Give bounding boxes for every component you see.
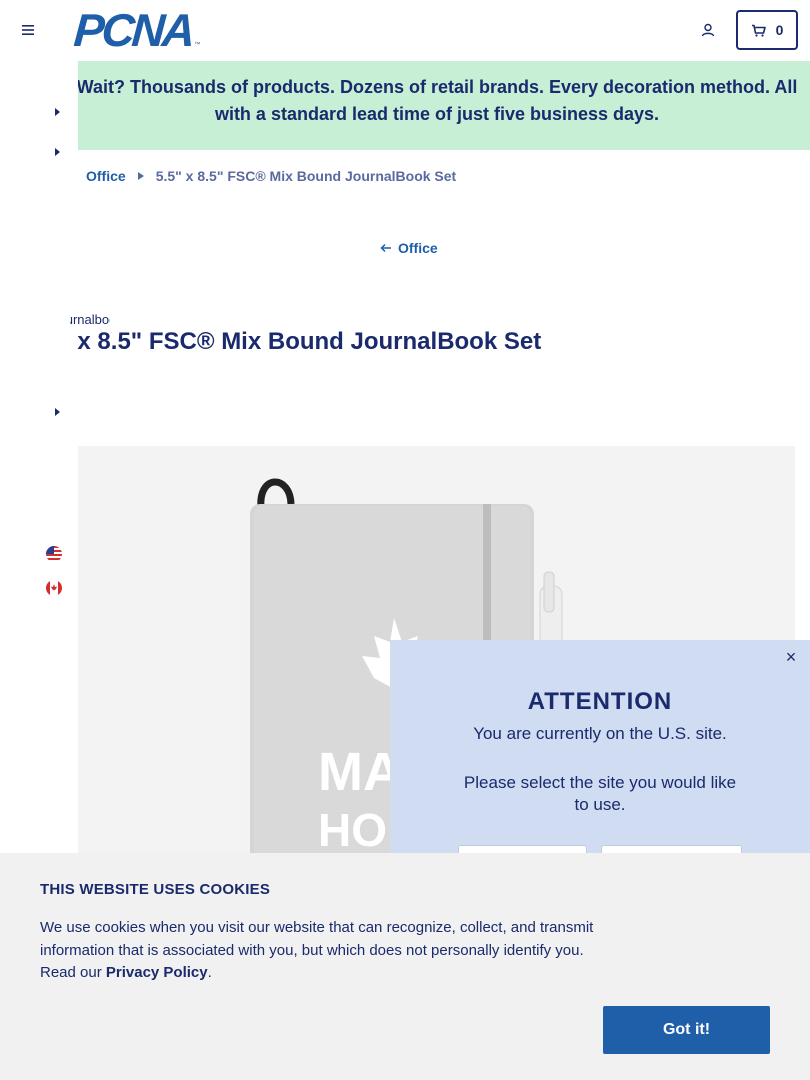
logo-text: PCNA — [72, 4, 195, 56]
site-header: PCNA ™ 0 — [0, 0, 810, 61]
modal-title: ATTENTION — [527, 688, 673, 715]
us-flag-icon[interactable] — [46, 546, 62, 562]
logo-trademark: ™ — [194, 42, 201, 48]
caret-right-icon[interactable] — [52, 106, 62, 118]
pcna-logo[interactable]: PCNA ™ — [72, 4, 201, 56]
caret-right-icon[interactable] — [52, 146, 62, 158]
hamburger-menu-button[interactable] — [14, 16, 42, 44]
imprint-text-2: HO — [318, 804, 387, 856]
promo-line-1: Wait? Thousands of products. Dozens of r… — [76, 77, 798, 97]
promo-line-2: with a standard lead time of just five b… — [214, 104, 660, 124]
side-nav-rail — [0, 61, 78, 861]
caret-right-icon[interactable] — [52, 406, 62, 418]
promo-banner: Wait? Thousands of products. Dozens of r… — [65, 61, 810, 150]
modal-message: You are currently on the U.S. site. — [473, 724, 727, 743]
cart-icon — [751, 24, 766, 37]
user-icon — [701, 23, 715, 37]
cookie-body-period: . — [207, 964, 212, 981]
cart-button[interactable]: 0 — [736, 10, 798, 50]
canada-flag-icon[interactable] — [46, 580, 62, 596]
caret-right-icon — [137, 172, 144, 180]
product-title: 5.5" x 8.5" FSC® Mix Bound JournalBook S… — [72, 328, 542, 355]
cookie-body: We use cookies when you visit our websit… — [40, 917, 600, 985]
arrow-left-icon — [380, 243, 391, 253]
back-to-office-link[interactable]: Office — [380, 240, 438, 256]
product-category-label: Journalbooks — [70, 312, 110, 327]
cookie-banner: THIS WEBSITE USES COOKIES We use cookies… — [0, 853, 810, 1080]
accept-cookies-button[interactable]: Got it! — [603, 1006, 770, 1054]
hamburger-icon — [22, 25, 34, 35]
modal-prompt: Please select the site you would like to… — [463, 773, 737, 814]
breadcrumb-office-link[interactable]: Office — [86, 168, 126, 184]
breadcrumb-current: 5.5" x 8.5" FSC® Mix Bound JournalBook S… — [155, 168, 457, 184]
cookie-title: THIS WEBSITE USES COOKIES — [40, 881, 271, 898]
privacy-policy-link[interactable]: Privacy Policy — [106, 964, 208, 981]
breadcrumb: Office 5.5" x 8.5" FSC® Mix Bound Journa… — [86, 168, 456, 184]
product-page: PCNA ™ 0 Wait? Thousands of products. Do… — [0, 0, 810, 1080]
cart-count: 0 — [775, 22, 784, 38]
account-button[interactable] — [696, 18, 720, 42]
promo-text: Wait? Thousands of products. Dozens of r… — [57, 74, 810, 128]
back-link-label: Office — [398, 240, 438, 256]
product-title-wrap: 5.5" x 8.5" FSC® Mix Bound JournalBook S… — [72, 328, 772, 360]
product-category[interactable]: Journalbooks — [70, 312, 110, 327]
close-icon[interactable]: × — [782, 648, 800, 666]
